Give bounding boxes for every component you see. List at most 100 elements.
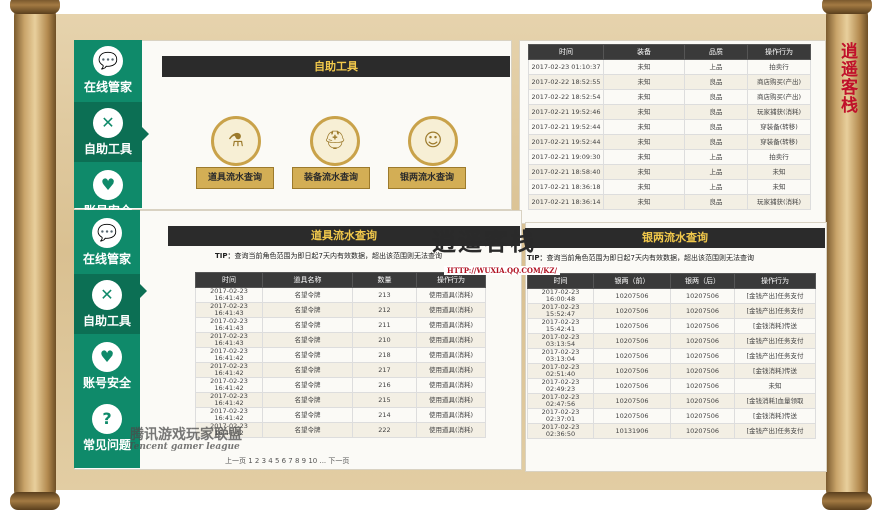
table-row: 2017-02-23 15:42:41 10207506 10207506 [金钱消耗… — [527, 318, 816, 334]
table-cell: 使用道具(消耗) — [416, 392, 486, 408]
table-cell: 2017-02-23 16:41:43 — [195, 317, 263, 333]
money-flow-button[interactable]: 银两流水查询 — [388, 167, 466, 189]
table-cell: 214 — [352, 407, 417, 423]
table-cell: [金钱消耗]传送 — [734, 408, 816, 424]
table-cell: [金钱消耗]传送 — [734, 318, 816, 334]
table-row: 2017-02-22 18:52:55 未知 良品 商店购买(产出) — [528, 74, 811, 90]
tip-text: 查询当前角色范围为即日起7天内有效数据，超出该范围则无法查询 — [234, 252, 442, 260]
person-icon[interactable]: ☺ — [408, 116, 458, 166]
table-cell: 222 — [352, 422, 417, 438]
table-cell: 拍卖行 — [747, 59, 811, 75]
column-header: 数量 — [352, 272, 417, 288]
money-flow-tip: TIP：查询当前角色范围为即日起7天内有效数据，超出该范围则无法查询 — [527, 253, 754, 263]
table-cell: 未知 — [603, 104, 685, 120]
table-row: 2017-02-23 16:41:43 名望令牌 213 使用道具(消耗) — [195, 287, 486, 303]
roller-cap — [822, 492, 872, 510]
table-cell: 10207506 — [670, 363, 735, 379]
table-cell: 10207506 — [670, 408, 735, 424]
table-cell: [金钱产出]任务支付 — [734, 288, 816, 304]
column-header: 道具名称 — [262, 272, 353, 288]
table-cell: 10207506 — [593, 408, 671, 424]
sidebar-item-label: 自助工具 — [82, 314, 131, 328]
table-cell: 10131906 — [593, 423, 671, 439]
table-cell: 2017-02-21 18:36:18 — [528, 179, 604, 195]
table-cell: 名望令牌 — [262, 362, 353, 378]
table-cell: 名望令牌 — [262, 407, 353, 423]
table-cell: 未知 — [603, 179, 685, 195]
table-cell: 商店购买(产出) — [747, 89, 811, 105]
item-flow-tip: TIP：查询当前角色范围为即日起7天内有效数据，超出该范围则无法查询 — [215, 251, 442, 261]
sidebar-item-self-service[interactable]: ✕ 自助工具 — [74, 274, 140, 334]
table-cell: 2017-02-23 03:13:04 — [527, 348, 594, 364]
sidebar-item-online-steward[interactable]: 💬 在线管家 — [74, 212, 140, 272]
tip-text: 查询当前角色范围为即日起7天内有效数据，超出该范围则无法查询 — [546, 254, 754, 262]
watermark-title: 逍遥客栈 — [432, 227, 536, 256]
table-row: 2017-02-23 03:13:54 10207506 10207506 [金钱产出… — [527, 333, 816, 349]
question-icon: ? — [92, 404, 122, 434]
table-cell: 10207506 — [593, 348, 671, 364]
table-cell: 2017-02-21 19:09:30 — [528, 149, 604, 165]
table-cell: 良品 — [684, 89, 748, 105]
table-cell: 2017-02-23 16:41:42 — [195, 377, 263, 393]
table-cell: 名望令牌 — [262, 422, 353, 438]
table-cell: 2017-02-23 16:41:43 — [195, 287, 263, 303]
table-row: 2017-02-23 15:52:47 10207506 10207506 [金钱产出… — [527, 303, 816, 319]
table-cell: 未知 — [603, 134, 685, 150]
sidebar-item-label: 在线管家 — [83, 80, 132, 94]
flask-icon[interactable]: ⚗ — [211, 116, 261, 166]
sidebar-item-self-service[interactable]: ✕ 自助工具 — [74, 102, 142, 162]
table-row: 2017-02-23 16:41:42 名望令牌 214 使用道具(消耗) — [195, 407, 486, 423]
item-flow-button[interactable]: 道具流水查询 — [196, 167, 274, 189]
table-cell: 未知 — [603, 164, 685, 180]
column-header: 时间 — [527, 273, 594, 289]
table-row: 2017-02-21 18:36:14 未知 良品 玩家捕获(消耗) — [528, 194, 811, 210]
sidebar-item-account-security[interactable]: ♥ 账号安全 — [74, 336, 140, 396]
column-header: 银两（前） — [593, 273, 671, 289]
table-cell: 213 — [352, 287, 417, 303]
table-cell: 10207506 — [593, 378, 671, 394]
table-cell: 未知 — [747, 179, 811, 195]
equip-flow-button[interactable]: 装备流水查询 — [292, 167, 370, 189]
table-cell: 215 — [352, 392, 417, 408]
table-cell: 217 — [352, 362, 417, 378]
table-cell: 未知 — [603, 194, 685, 210]
table-row: 2017-02-23 02:36:50 10131906 10207506 [金钱产出… — [527, 423, 816, 439]
table-cell: 2017-02-23 15:52:47 — [527, 303, 594, 319]
table-row: 2017-02-23 03:13:04 10207506 10207506 [金钱产出… — [527, 348, 816, 364]
table-cell: 2017-02-23 02:51:40 — [527, 363, 594, 379]
sidebar-item-label: 在线管家 — [82, 252, 131, 266]
active-arrow-icon — [140, 284, 147, 298]
table-cell: 名望令牌 — [262, 302, 353, 318]
table-row: 2017-02-23 16:41:42 名望令牌 217 使用道具(消耗) — [195, 362, 486, 378]
table-cell: 10207506 — [593, 288, 671, 304]
table-cell: 名望令牌 — [262, 332, 353, 348]
chat-icon: 💬 — [92, 218, 122, 248]
table-cell: 2017-02-23 16:41:43 — [195, 302, 263, 318]
table-cell: 2017-02-23 02:37:01 — [527, 408, 594, 424]
table-row: 2017-02-23 02:47:56 10207506 10207506 [金钱消耗… — [527, 393, 816, 409]
sidebar-item-online-steward[interactable]: 💬 在线管家 — [74, 40, 142, 100]
column-header: 银两（后） — [670, 273, 735, 289]
table-row: 2017-02-23 16:41:42 名望令牌 216 使用道具(消耗) — [195, 377, 486, 393]
table-row: 2017-02-23 16:41:42 名望令牌 218 使用道具(消耗) — [195, 347, 486, 363]
table-cell: 上品 — [684, 179, 748, 195]
table-cell: 使用道具(消耗) — [416, 422, 486, 438]
tip-label: TIP： — [215, 252, 235, 260]
table-row: 2017-02-23 16:41:43 名望令牌 212 使用道具(消耗) — [195, 302, 486, 318]
shield-icon: ♥ — [93, 170, 123, 200]
table-cell: 2017-02-23 16:41:43 — [195, 332, 263, 348]
roller-cap — [822, 0, 872, 14]
table-cell: 使用道具(消耗) — [416, 287, 486, 303]
table-cell: 10207506 — [593, 303, 671, 319]
table-row: 2017-02-23 01:10:37 未知 上品 拍卖行 — [528, 59, 811, 75]
table-cell: 2017-02-21 19:52:44 — [528, 134, 604, 150]
table-cell: 良品 — [684, 119, 748, 135]
table-cell: 2017-02-22 18:52:55 — [528, 74, 604, 90]
table-cell: [金钱产出]任务支付 — [734, 423, 816, 439]
watermark-league: 腾讯游戏玩家联盟 — [130, 427, 242, 443]
table-cell: 未知 — [734, 378, 816, 394]
table-cell: 使用道具(消耗) — [416, 362, 486, 378]
pagination[interactable]: 上一页 1 2 3 4 5 6 7 8 9 10 ... 下一页 — [225, 456, 349, 466]
helmet-icon[interactable]: ⛑ — [310, 116, 360, 166]
table-row: 2017-02-21 19:52:44 未知 良品 穿装备(转移) — [528, 134, 811, 150]
